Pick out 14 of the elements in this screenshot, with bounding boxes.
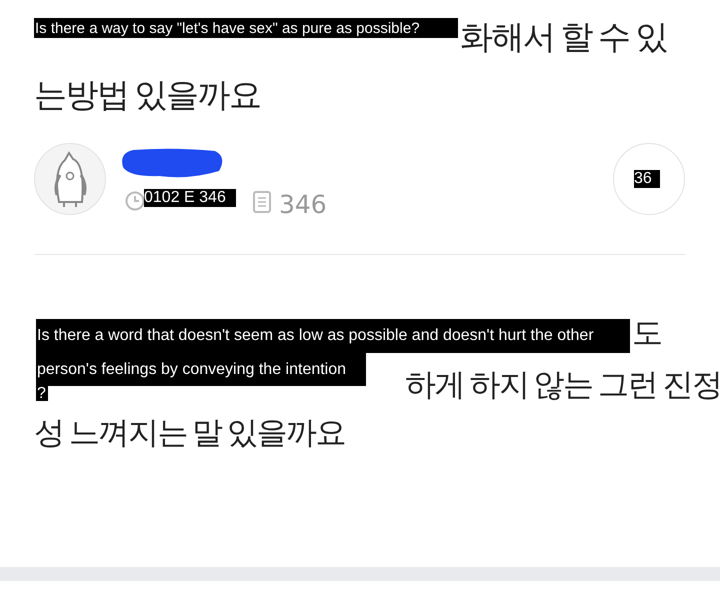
translation-overlay: ? bbox=[36, 386, 48, 401]
translation-overlay: 36 bbox=[634, 170, 660, 188]
body-text: 도 bbox=[632, 318, 662, 349]
translation-overlay: 0102 E 346 bbox=[144, 189, 236, 207]
view-count: 346 bbox=[279, 192, 327, 217]
title-text: 화해서 할 수 있 bbox=[460, 20, 667, 53]
document-icon bbox=[253, 191, 271, 213]
translation-overlay: Is there a word that doesn't seem as low as possible and doesn't hurt the other bbox=[36, 319, 630, 353]
body-text: 성 느껴지는 말 있을까요 bbox=[34, 418, 346, 449]
body-text: 하게 하지 않는 그런 진정 bbox=[405, 370, 720, 401]
translation-overlay: person's feelings by conveying the intention bbox=[36, 353, 366, 386]
clock-icon bbox=[125, 191, 145, 211]
title-text: 는방법 있을까요 bbox=[34, 78, 260, 111]
translation-overlay: Is there a way to say "let's have sex" as pure as possible? bbox=[34, 18, 458, 38]
